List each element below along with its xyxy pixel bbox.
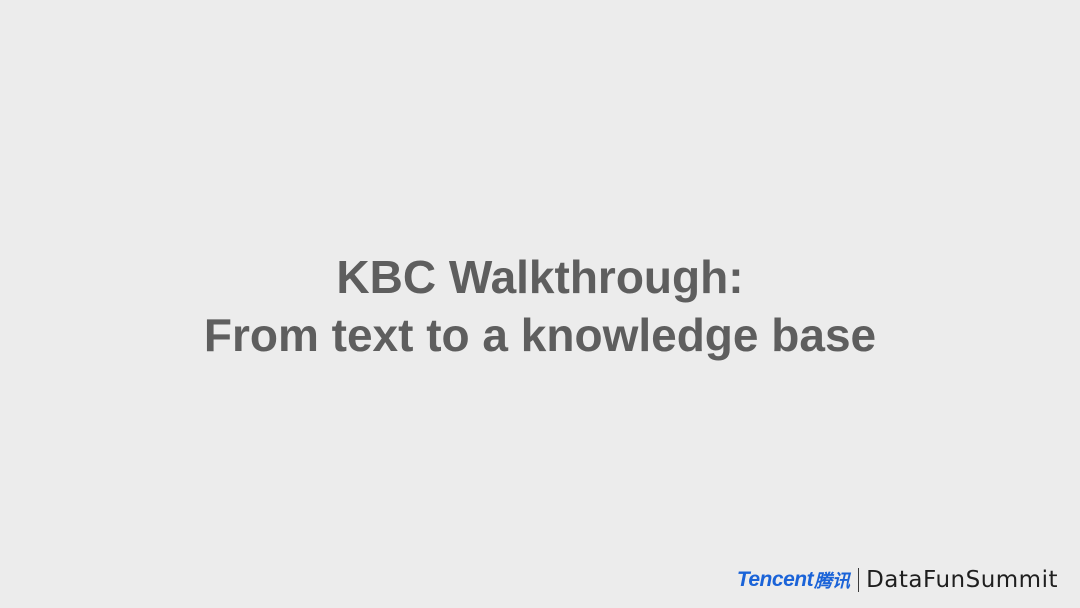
logo-divider <box>858 568 860 592</box>
slide-title-line-1: KBC Walkthrough: <box>336 251 744 303</box>
slide-title: KBC Walkthrough: From text to a knowledg… <box>0 248 1080 364</box>
datafunsummit-logo-text: DataFunSummit <box>866 567 1058 593</box>
tencent-logo-chinese: 腾讯 <box>814 571 851 592</box>
footer-logo: Tencent 腾讯 DataFunSummit <box>737 566 1058 594</box>
tencent-logo-text: Tencent <box>736 568 814 591</box>
slide-title-line-2: From text to a knowledge base <box>203 309 877 361</box>
slide: KBC Walkthrough: From text to a knowledg… <box>0 0 1080 608</box>
